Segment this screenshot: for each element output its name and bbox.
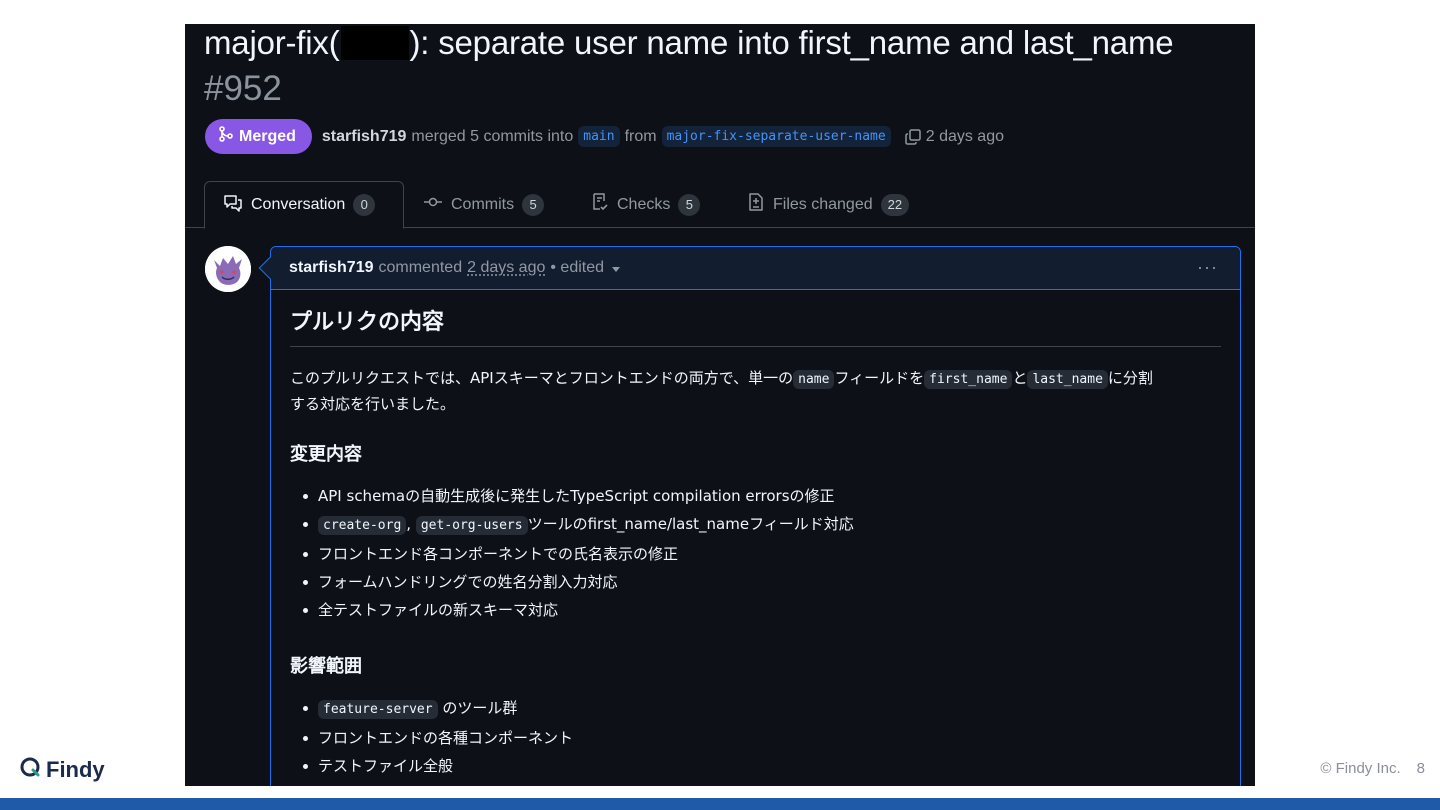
merged-label: Merged [239,127,296,145]
commit-icon [423,195,443,214]
code-last-name: last_name [1027,370,1108,389]
list-item: フロントエンドの各種コンポーネント [290,724,1221,752]
merged-badge: Merged [205,119,312,154]
intro-text-3: と [1012,369,1028,387]
findy-logo-icon [19,756,41,784]
kebab-menu-icon[interactable]: ··· [1197,257,1218,278]
tab-commits-count: 5 [522,193,545,216]
tab-conversation[interactable]: Conversation 0 [204,181,404,229]
comment-action: commented [378,259,463,276]
footer-bar [0,798,1440,810]
intro-paragraph: このプルリクエストでは、APIスキーマとフロントエンドの両方で、単一の name フ… [290,366,1221,416]
code-create-org: create-org [318,516,407,535]
intro-text-4: に分割 [1107,369,1153,387]
list-item: フォームハンドリングでの姓名分割入力対応 [290,568,1221,596]
comment-body: プルリクの内容 このプルリクエストでは、APIスキーマとフロントエンドの両方で、… [271,308,1240,780]
base-branch[interactable]: main [578,126,620,147]
intro-text-2: フィールドを [834,369,925,387]
pr-number: #952 [204,69,282,108]
file-diff-icon [747,192,765,217]
merged-text: merged 5 commits into [411,127,574,145]
code-first-name: first_name [924,370,1013,389]
checklist-icon [591,192,609,217]
tab-files-changed[interactable]: Files changed 22 [747,181,910,228]
impact-list: feature-server のツール群 フロントエンドの各種コンポーネント テ… [290,694,1221,780]
github-pr-screenshot: major-fix( ): separate user name into fir… [185,24,1255,786]
redaction-block [340,26,409,60]
footer-right: © Findy Inc. 8 [1320,760,1425,777]
pr-meta: Merged starfish719 merged 5 commits into… [205,119,1004,154]
from-text: from [624,127,657,145]
comment-box: starfish719 commented 2 days ago • edite… [258,246,1241,786]
avatar[interactable] [205,246,251,292]
tab-files-changed-label: Files changed [773,195,873,213]
merge-icon [219,126,233,147]
findy-logo: Findy [19,756,105,784]
tab-commits-label: Commits [451,195,515,213]
code-name: name [793,370,835,389]
tab-conversation-label: Conversation [251,196,346,213]
comment-header: starfish719 commented 2 days ago • edite… [271,247,1240,290]
code-feature-server: feature-server [318,700,438,719]
tab-conversation-count: 0 [353,194,376,216]
pr-title-suffix: ): separate user name into first_name an… [409,24,1174,61]
tab-commits[interactable]: Commits 5 [423,181,545,228]
list-item: API schemaの自動生成後に発生したTypeScript compilat… [290,482,1221,510]
comment-time-link[interactable]: 2 days ago [467,259,545,277]
pr-title: major-fix( ): separate user name into fir… [204,24,1174,62]
pr-title-prefix: major-fix( [204,24,340,61]
comment-author-link[interactable]: starfish719 [289,259,374,277]
intro-text-5: する対応を行いました。 [290,395,456,413]
conversation-icon [223,194,243,217]
tab-checks[interactable]: Checks 5 [591,181,701,228]
chevron-down-icon[interactable] [612,267,621,272]
merged-time: 2 days ago [925,127,1004,145]
edited-dropdown[interactable]: • edited [550,259,604,277]
list-item: テストファイル全般 [290,752,1221,780]
copy-icon[interactable] [904,128,922,146]
list-item: フロントエンド各コンポーネントでの氏名表示の修正 [290,540,1221,568]
impact-heading: 影響範囲 [290,656,362,677]
tab-files-changed-count: 22 [880,193,910,216]
head-branch[interactable]: major-fix-separate-user-name [661,126,891,147]
copyright: © Findy Inc. [1320,760,1401,777]
comment-heading: プルリクの内容 [290,308,1221,347]
list-item: create-org, get-org-users ツールのfirst_name/… [290,510,1221,540]
tab-checks-count: 5 [678,193,701,216]
changes-heading: 変更内容 [290,444,362,465]
findy-logo-text: Findy [46,757,105,782]
pr-tabs: Conversation 0 Commits 5 Checks 5 Files … [185,181,1255,229]
tab-checks-label: Checks [617,195,671,213]
list-separator: , [406,515,412,533]
changes-list: API schemaの自動生成後に発生したTypeScript compilat… [290,482,1221,624]
list-item: feature-server のツール群 [290,694,1221,724]
pr-author-link[interactable]: starfish719 [322,128,407,146]
list-item: 全テストファイルの新スキーマ対応 [290,596,1221,624]
slide: major-fix( ): separate user name into fir… [0,0,1440,810]
page-number: 8 [1416,760,1425,777]
code-get-org-users: get-org-users [415,516,528,535]
intro-text-1: このプルリクエストでは、APIスキーマとフロントエンドの両方で、単一の [290,369,794,387]
list-item-text: ツールのfirst_name/last_nameフィールド対応 [527,515,854,533]
list-item-text: のツール群 [442,699,518,717]
